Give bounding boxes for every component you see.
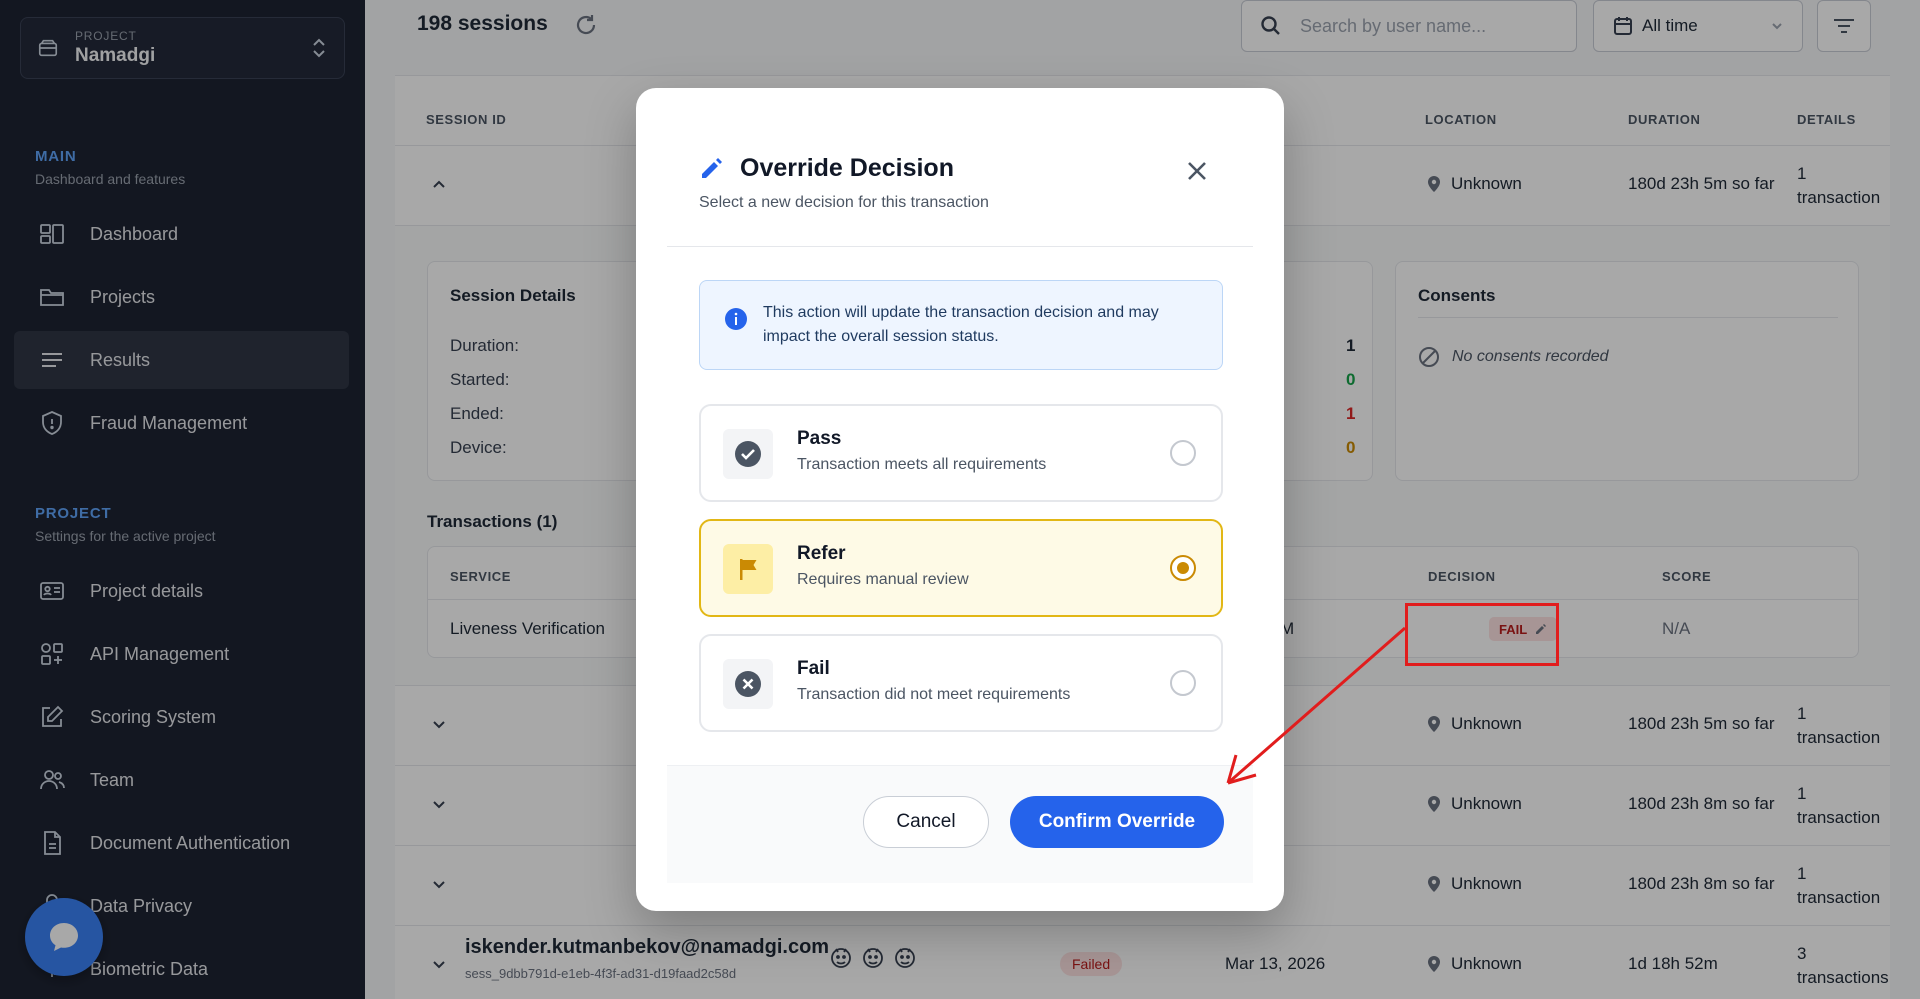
radio-pass[interactable] xyxy=(1170,440,1196,466)
option-pass[interactable]: Pass Transaction meets all requirements xyxy=(699,404,1223,502)
confirm-override-button[interactable]: Confirm Override xyxy=(1010,796,1224,848)
modal-subtitle: Select a new decision for this transacti… xyxy=(699,194,989,211)
option-icon xyxy=(723,544,773,594)
option-fail[interactable]: Fail Transaction did not meet requiremen… xyxy=(699,634,1223,732)
modal-footer: Cancel Confirm Override xyxy=(667,765,1253,883)
option-icon xyxy=(723,659,773,709)
modal-title: Override Decision xyxy=(740,154,954,182)
option-description: Transaction did not meet requirements xyxy=(797,686,1071,703)
info-icon xyxy=(725,308,747,330)
override-decision-modal: Override Decision Select a new decision … xyxy=(636,88,1284,911)
option-title: Refer xyxy=(797,543,846,564)
option-title: Pass xyxy=(797,428,842,449)
divider xyxy=(667,246,1253,247)
info-text: This action will update the transaction … xyxy=(763,304,1159,345)
cancel-button[interactable]: Cancel xyxy=(863,796,989,848)
x-circle-icon xyxy=(735,671,761,697)
option-description: Transaction meets all requirements xyxy=(797,456,1047,473)
close-icon[interactable] xyxy=(1184,158,1210,184)
radio-refer[interactable] xyxy=(1170,555,1196,581)
option-title: Fail xyxy=(797,658,830,679)
flag-icon xyxy=(740,559,757,580)
annotation-highlight-box xyxy=(1405,603,1559,666)
check-circle-icon xyxy=(735,441,761,467)
radio-fail[interactable] xyxy=(1170,670,1196,696)
info-callout: This action will update the transaction … xyxy=(699,280,1223,370)
option-description: Requires manual review xyxy=(797,571,969,588)
option-refer[interactable]: Refer Requires manual review xyxy=(699,519,1223,617)
pencil-icon xyxy=(702,158,722,178)
option-icon xyxy=(723,429,773,479)
